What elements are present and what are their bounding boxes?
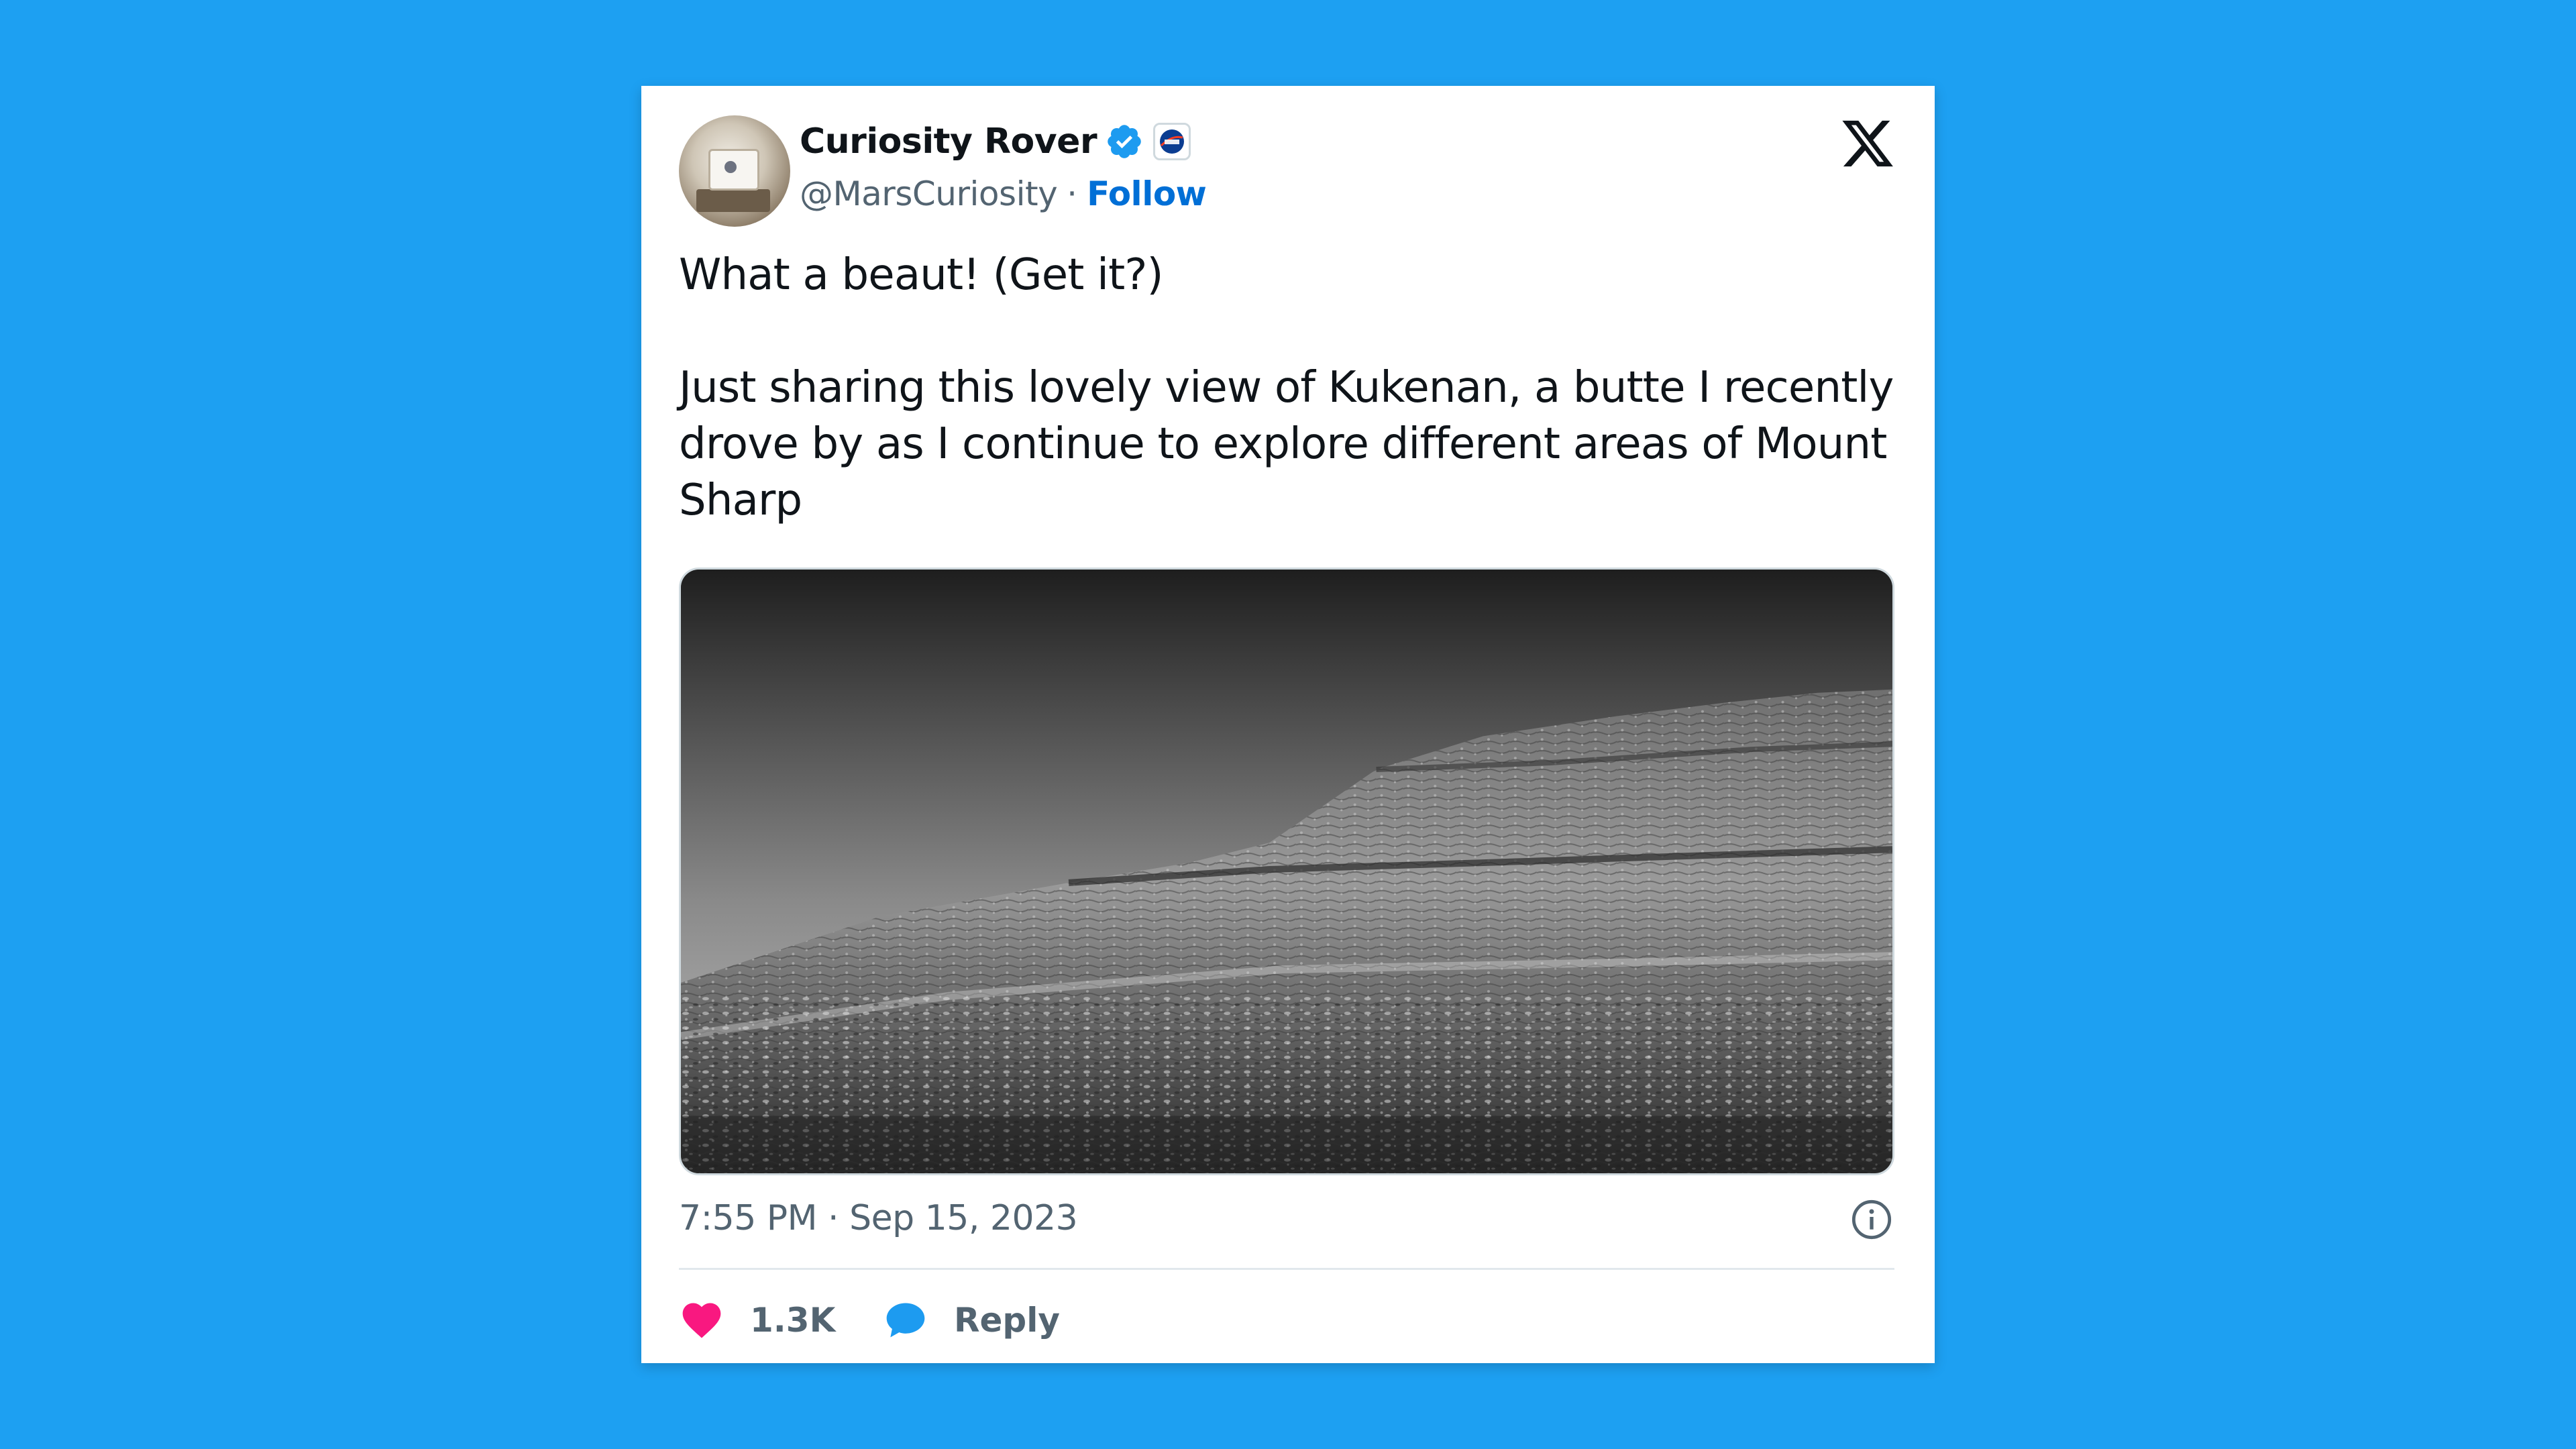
avatar[interactable] (679, 115, 790, 227)
avatar-rover-lens (724, 161, 737, 173)
like-count: 1.3K (750, 1301, 836, 1340)
nasa-meatball-icon (1160, 129, 1185, 154)
separator-dot: · (1067, 174, 1078, 213)
tweet-text: What a beaut! (Get it?) Just sharing thi… (679, 247, 1900, 529)
author-name-row: Curiosity Rover (800, 118, 1191, 165)
tweet-text-line2: Just sharing this lovely view of Kukenan… (679, 363, 1894, 525)
page-background: Curiosity Rover @MarsCuriosity · Follow (0, 0, 2576, 1449)
x-logo-icon[interactable] (1839, 115, 1896, 172)
tweet-timestamp[interactable]: 7:55 PM · Sep 15, 2023 (679, 1198, 1078, 1238)
like-button[interactable]: 1.3K (679, 1293, 835, 1347)
author-handle[interactable]: @MarsCuriosity (800, 174, 1058, 213)
divider (679, 1268, 1894, 1270)
follow-button[interactable]: Follow (1087, 174, 1207, 213)
reply-button[interactable]: Reply (883, 1293, 1060, 1347)
verified-badge-icon (1108, 125, 1141, 158)
nasa-logo (1153, 123, 1191, 160)
info-icon[interactable] (1850, 1198, 1893, 1241)
avatar-rover-body (696, 189, 770, 212)
author-handle-row: @MarsCuriosity · Follow (800, 170, 1207, 217)
mars-butte-photo (681, 570, 1892, 1173)
tweet-card: Curiosity Rover @MarsCuriosity · Follow (641, 86, 1935, 1363)
tweet-photo[interactable] (679, 568, 1894, 1175)
author-name[interactable]: Curiosity Rover (800, 121, 1097, 162)
tweet-text-line1: What a beaut! (Get it?) (679, 250, 1164, 300)
reply-bubble-icon (886, 1303, 925, 1338)
heart-icon (682, 1303, 721, 1338)
reply-label: Reply (954, 1301, 1060, 1340)
